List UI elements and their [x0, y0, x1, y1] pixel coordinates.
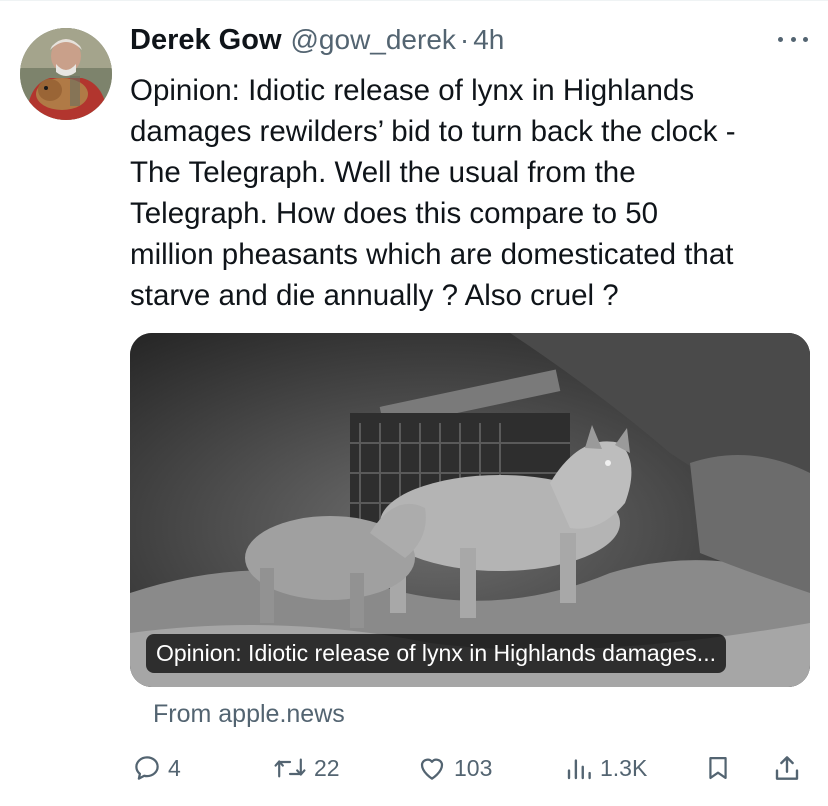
- share-button[interactable]: [772, 748, 802, 788]
- author-name[interactable]: Derek Gow: [130, 24, 282, 57]
- like-count: 103: [454, 754, 493, 781]
- action-bar: 4 22 103 1.3K: [0, 748, 828, 788]
- views-count: 1.3K: [600, 754, 648, 781]
- bookmark-button[interactable]: [704, 748, 732, 788]
- tweet-text: Opinion: Idiotic release of lynx in High…: [130, 74, 736, 312]
- bookmark-icon: [709, 756, 727, 780]
- retweet-count: 22: [314, 754, 340, 781]
- reply-icon: [135, 756, 159, 780]
- more-horizontal-icon[interactable]: [778, 34, 808, 44]
- views-button[interactable]: 1.3K: [564, 748, 647, 788]
- retweet-icon: [274, 758, 306, 778]
- reply-count: 4: [168, 754, 181, 781]
- reply-button[interactable]: 4: [132, 748, 181, 788]
- link-card-caption: Opinion: Idiotic release of lynx in High…: [146, 634, 726, 673]
- separator-dot: ·: [459, 24, 470, 55]
- link-source[interactable]: From apple.news: [153, 700, 345, 729]
- author-handle[interactable]: @gow_derek: [291, 24, 456, 56]
- retweet-button[interactable]: 22: [272, 748, 340, 788]
- share-icon: [775, 756, 799, 780]
- avatar[interactable]: [20, 28, 112, 120]
- tweet-header: Derek Gow @gow_derek · 4h: [130, 24, 808, 64]
- timestamp[interactable]: 4h: [473, 24, 504, 56]
- link-card-image[interactable]: Opinion: Idiotic release of lynx in High…: [130, 333, 810, 687]
- top-divider: [0, 0, 828, 1]
- views-icon: [567, 759, 591, 780]
- like-icon: [420, 758, 444, 780]
- like-button[interactable]: 103: [416, 748, 492, 788]
